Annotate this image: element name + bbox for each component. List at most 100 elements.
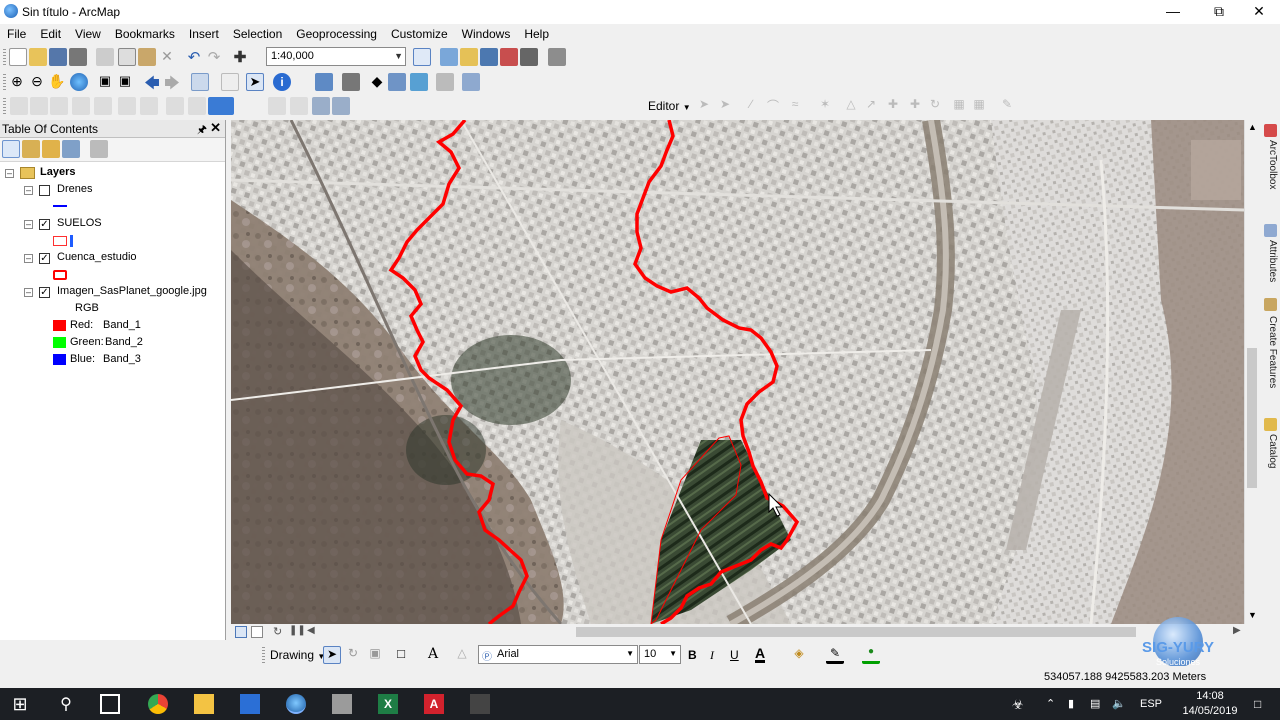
search-icon[interactable]: ⚲ bbox=[56, 694, 76, 714]
toolbar-grip[interactable] bbox=[3, 49, 6, 65]
refresh-icon[interactable]: ↻ bbox=[273, 625, 282, 638]
font-name-combobox[interactable]: Ⓟ Arial ▼ bbox=[478, 645, 638, 664]
underline-button[interactable]: U bbox=[730, 648, 739, 662]
go-forward-icon[interactable]: 🡆 bbox=[163, 73, 181, 92]
attributes-icon[interactable]: ▦ bbox=[950, 97, 968, 115]
menu-view[interactable]: View bbox=[68, 24, 108, 44]
clock-date[interactable]: 14/05/2019 bbox=[1172, 705, 1248, 717]
swipe-icon[interactable] bbox=[166, 97, 184, 115]
clear-selection-icon[interactable] bbox=[221, 73, 239, 91]
edit-tool-icon[interactable]: ➤ bbox=[695, 97, 713, 115]
create-features-icon[interactable] bbox=[1264, 298, 1277, 311]
menu-geoprocessing[interactable]: Geoprocessing bbox=[289, 24, 384, 44]
time-slider-icon[interactable] bbox=[436, 73, 454, 91]
bold-button[interactable]: B bbox=[688, 648, 697, 662]
chrome-icon[interactable] bbox=[148, 694, 168, 714]
georef-icon[interactable] bbox=[10, 97, 28, 115]
layers-root-label[interactable]: Layers bbox=[40, 166, 75, 178]
zoom-out-icon[interactable]: ⊖ bbox=[28, 73, 46, 91]
point-icon[interactable]: ✶ bbox=[816, 97, 834, 115]
scroll-right-icon[interactable]: ▶ bbox=[1233, 625, 1241, 636]
modelbuilder-icon[interactable] bbox=[548, 48, 566, 66]
menu-selection[interactable]: Selection bbox=[226, 24, 289, 44]
editor-toolbar-toggle-icon[interactable] bbox=[413, 48, 431, 66]
identify-icon[interactable]: i bbox=[273, 73, 291, 91]
straight-segment-icon[interactable]: ∕ bbox=[742, 97, 760, 115]
catalog-icon[interactable] bbox=[1264, 418, 1277, 431]
windows-start-icon[interactable]: ⊞ bbox=[10, 694, 30, 714]
map-scale-combobox[interactable]: 1:40,000 ▼ bbox=[266, 47, 406, 66]
pan-icon[interactable]: ✋ bbox=[48, 73, 66, 91]
menu-windows[interactable]: Windows bbox=[455, 24, 518, 44]
horizontal-scroll-thumb[interactable] bbox=[576, 627, 1136, 637]
layer-tool-icon[interactable] bbox=[118, 97, 136, 115]
menu-file[interactable]: File bbox=[0, 24, 33, 44]
go-back-icon[interactable]: 🡄 bbox=[143, 73, 161, 92]
new-document-icon[interactable] bbox=[9, 48, 27, 66]
collapse-layer-icon[interactable]: – bbox=[24, 288, 33, 297]
create-features-icon[interactable]: ✎ bbox=[998, 97, 1016, 115]
cut-polygons-icon[interactable]: ✚ bbox=[884, 97, 902, 115]
toolbar-grip[interactable] bbox=[3, 74, 6, 90]
scroll-down-icon[interactable]: ▼ bbox=[1248, 610, 1257, 620]
toolbar-grip[interactable] bbox=[3, 98, 6, 114]
collapse-layers-icon[interactable]: – bbox=[5, 169, 14, 178]
map-display[interactable] bbox=[231, 120, 1244, 624]
network-icon[interactable]: ▤ bbox=[1090, 697, 1100, 710]
attributes-icon[interactable] bbox=[1264, 224, 1277, 237]
scroll-left-icon[interactable]: ◀ bbox=[307, 625, 315, 636]
open-folder-icon[interactable] bbox=[29, 48, 47, 66]
satellite-map-canvas[interactable] bbox=[231, 120, 1244, 624]
end-point-arc-icon[interactable]: ⌒ bbox=[764, 97, 782, 115]
layer-name-cuenca-estudio[interactable]: Cuenca_estudio bbox=[57, 251, 137, 263]
fixed-zoom-in-icon[interactable]: ▣ bbox=[96, 73, 114, 91]
edit-annotation-icon[interactable]: ➤ bbox=[716, 97, 734, 115]
menu-bookmarks[interactable]: Bookmarks bbox=[108, 24, 182, 44]
collapse-layer-icon[interactable]: – bbox=[24, 254, 33, 263]
notifications-icon[interactable]: □ bbox=[1254, 697, 1261, 711]
dock-tab-arctoolbox[interactable]: ArcToolbox bbox=[1264, 140, 1278, 189]
language-indicator[interactable]: ESP bbox=[1140, 698, 1162, 710]
arcgis-tool-icon[interactable] bbox=[332, 694, 352, 714]
battery-icon[interactable]: ▮ bbox=[1068, 697, 1074, 710]
paste-icon[interactable] bbox=[138, 48, 156, 66]
layout-icon[interactable] bbox=[290, 97, 308, 115]
full-extent-icon[interactable] bbox=[70, 73, 88, 91]
rotate-icon[interactable] bbox=[50, 97, 68, 115]
select-features-icon[interactable] bbox=[191, 73, 209, 91]
italic-button[interactable]: I bbox=[710, 648, 714, 663]
layout-view-icon[interactable] bbox=[251, 626, 263, 638]
toolbar-grip[interactable] bbox=[262, 647, 265, 663]
select-elements-icon[interactable]: ➤ bbox=[323, 646, 341, 664]
list-by-source-icon[interactable] bbox=[22, 140, 40, 158]
dock-tab-create-features[interactable]: Create Features bbox=[1264, 316, 1278, 388]
rotate-icon[interactable]: ↻ bbox=[344, 646, 362, 664]
pause-drawing-icon[interactable]: ❚❚ bbox=[289, 625, 306, 636]
arcmap-taskbar-icon[interactable] bbox=[286, 694, 306, 714]
layer-visibility-checkbox[interactable]: ✓ bbox=[39, 219, 50, 230]
dock-tab-catalog[interactable]: Catalog bbox=[1264, 434, 1278, 468]
clock-time[interactable]: 14:08 bbox=[1178, 690, 1242, 702]
measure-icon[interactable] bbox=[342, 73, 360, 91]
data-view-icon[interactable] bbox=[235, 626, 247, 638]
save-icon[interactable] bbox=[49, 48, 67, 66]
search-window-icon[interactable] bbox=[480, 48, 498, 66]
close-button[interactable]: ✕ bbox=[1236, 0, 1280, 24]
word-document-icon[interactable] bbox=[240, 694, 260, 714]
list-by-selection-icon[interactable] bbox=[62, 140, 80, 158]
layout-icon[interactable] bbox=[268, 97, 286, 115]
layer-name-imagen[interactable]: Imagen_SasPlanet_google.jpg bbox=[57, 285, 207, 297]
fill-color-icon[interactable]: ◈ bbox=[790, 646, 808, 664]
people-icon[interactable]: ☣ bbox=[1012, 697, 1024, 713]
excel-icon[interactable]: X bbox=[378, 694, 398, 714]
menu-edit[interactable]: Edit bbox=[33, 24, 68, 44]
arctoolbox-icon[interactable] bbox=[1264, 124, 1277, 137]
python-window-icon[interactable] bbox=[520, 48, 538, 66]
undo-icon[interactable]: ↶ bbox=[185, 48, 203, 66]
reshape-icon[interactable]: ↗ bbox=[862, 97, 880, 115]
file-explorer-icon[interactable] bbox=[194, 694, 214, 714]
menu-insert[interactable]: Insert bbox=[182, 24, 226, 44]
scale-icon[interactable] bbox=[72, 97, 90, 115]
print-icon[interactable] bbox=[69, 48, 87, 66]
catalog-window-icon[interactable] bbox=[460, 48, 478, 66]
